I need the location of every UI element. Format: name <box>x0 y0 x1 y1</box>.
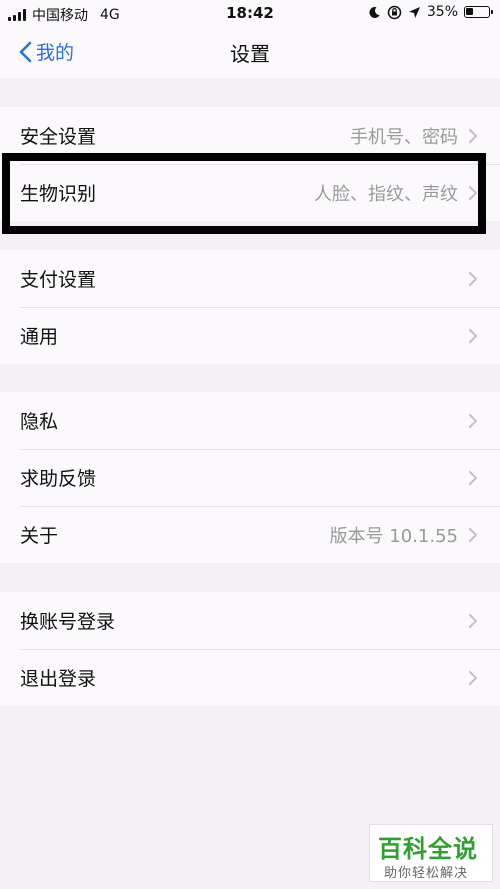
chevron-right-icon <box>469 271 477 286</box>
chevron-right-icon <box>469 470 477 485</box>
row-label: 退出登录 <box>20 668 97 690</box>
page-title: 设置 <box>230 42 270 66</box>
battery-percent: 35% <box>426 4 458 20</box>
settings-group-payment: 支付设置 通用 <box>0 250 500 364</box>
row-value: 手机号、密码 <box>350 126 458 148</box>
row-label: 生物识别 <box>20 183 97 205</box>
chevron-right-icon <box>469 613 477 628</box>
settings-row-feedback[interactable]: 求助反馈 <box>0 449 500 506</box>
settings-row-logout[interactable]: 退出登录 <box>0 649 500 706</box>
chevron-right-icon <box>469 670 477 685</box>
status-right: 35% <box>368 4 493 20</box>
settings-row-privacy[interactable]: 隐私 <box>0 392 500 449</box>
settings-row-about[interactable]: 关于 版本号 10.1.55 <box>0 506 500 563</box>
chevron-right-icon <box>469 185 477 200</box>
settings-row-general[interactable]: 通用 <box>0 307 500 364</box>
moon-icon <box>369 6 380 18</box>
settings-group-login: 换账号登录 退出登录 <box>0 592 500 706</box>
row-label: 换账号登录 <box>20 611 116 633</box>
watermark-title: 百科全说 <box>378 835 478 863</box>
settings-row-security[interactable]: 安全设置 手机号、密码 <box>0 107 500 164</box>
row-value: 版本号 10.1.55 <box>329 525 458 547</box>
row-label: 关于 <box>20 525 59 547</box>
rotation-lock-icon <box>387 5 402 19</box>
row-value: 人脸、指纹、声纹 <box>314 183 458 205</box>
nav-bar: 我的 设置 <box>0 28 500 78</box>
settings-row-switch-account[interactable]: 换账号登录 <box>0 592 500 649</box>
row-label: 隐私 <box>20 411 59 433</box>
watermark-logo: 百科全说 助你轻松解决 <box>369 824 493 882</box>
chevron-right-icon <box>469 128 477 143</box>
battery-fill <box>466 8 473 15</box>
settings-screen: 中国移动 4G 18:42 35% 我的 设置 安全设置 手机号、密码 生物识别… <box>0 0 500 889</box>
chevron-right-icon <box>469 527 477 542</box>
row-label: 支付设置 <box>20 269 97 291</box>
settings-row-payment[interactable]: 支付设置 <box>0 250 500 307</box>
watermark-subtitle: 助你轻松解决 <box>384 866 469 881</box>
location-icon <box>408 6 420 18</box>
chevron-right-icon <box>469 413 477 428</box>
settings-group-account: 安全设置 手机号、密码 生物识别 人脸、指纹、声纹 <box>0 107 500 221</box>
row-label: 通用 <box>20 326 59 348</box>
settings-group-about: 隐私 求助反馈 关于 版本号 10.1.55 <box>0 392 500 563</box>
row-label: 求助反馈 <box>20 468 97 490</box>
settings-row-biometrics[interactable]: 生物识别 人脸、指纹、声纹 <box>0 164 500 221</box>
chevron-right-icon <box>469 328 477 343</box>
row-label: 安全设置 <box>20 126 97 148</box>
status-bar: 中国移动 4G 18:42 35% <box>0 0 500 28</box>
battery-icon <box>464 6 493 18</box>
